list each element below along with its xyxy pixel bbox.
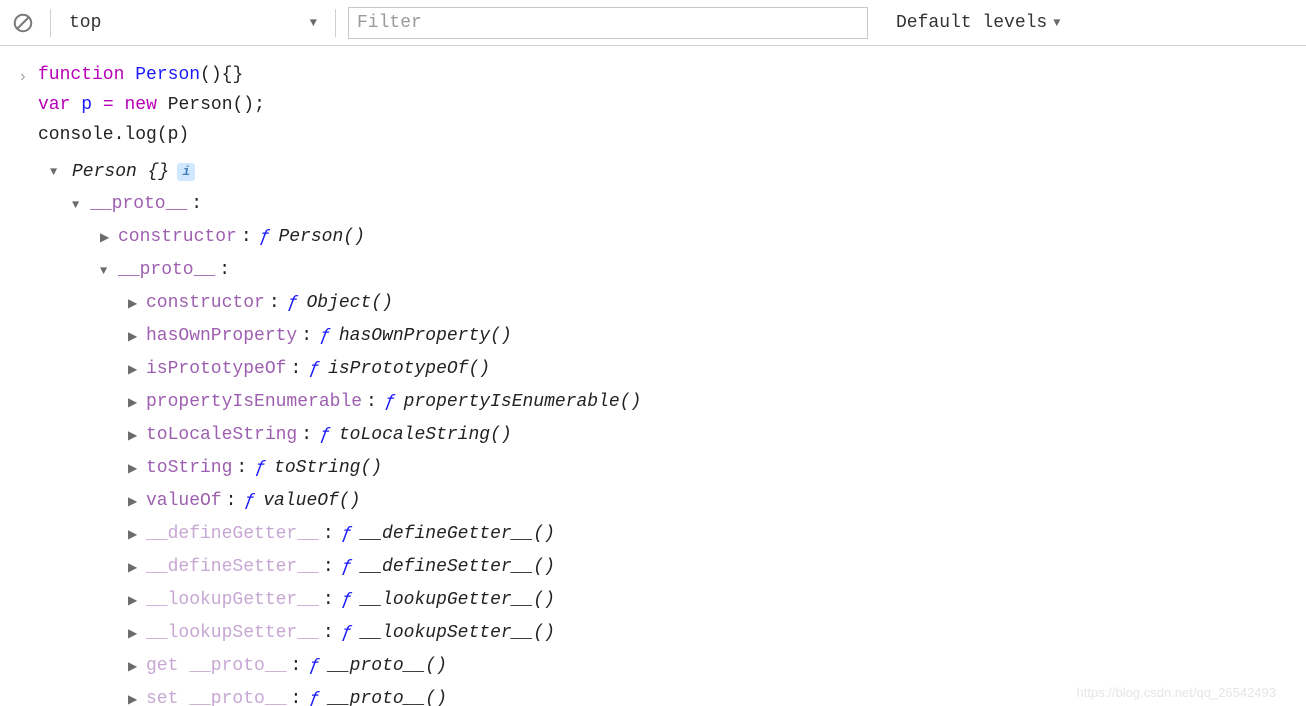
disclosure-right-icon[interactable]: ▶ — [128, 387, 142, 419]
property-row[interactable]: ▶ propertyIsEnumerable: ƒ propertyIsEnum… — [128, 386, 1306, 419]
property-key: __lookupSetter__ — [146, 617, 319, 649]
log-levels-selector[interactable]: Default levels ▼ — [896, 13, 1060, 33]
function-symbol: ƒ — [320, 320, 331, 352]
disclosure-right-icon[interactable]: ▶ — [128, 651, 142, 683]
property-key: set __proto__ — [146, 683, 286, 706]
object-root[interactable]: ▼ Person {} i — [50, 156, 1306, 188]
disclosure-right-icon[interactable]: ▶ — [128, 519, 142, 551]
clear-console-button[interactable] — [8, 8, 38, 38]
function-symbol: ƒ — [244, 485, 255, 517]
property-row[interactable]: ▶ hasOwnProperty: ƒ hasOwnProperty() — [128, 320, 1306, 353]
input-prompt-icon: › — [18, 60, 38, 92]
function-symbol: ƒ — [342, 551, 353, 583]
property-value: __proto__() — [328, 683, 447, 706]
property-value: __proto__() — [328, 650, 447, 682]
function-symbol: ƒ — [309, 650, 320, 682]
disclosure-right-icon[interactable]: ▶ — [128, 288, 142, 320]
clear-icon — [12, 12, 34, 34]
filter-input[interactable] — [348, 7, 868, 39]
property-key: hasOwnProperty — [146, 320, 297, 352]
function-symbol: ƒ — [342, 617, 353, 649]
property-value: hasOwnProperty() — [339, 320, 512, 352]
property-row[interactable]: ▶ constructor: ƒ Object() — [128, 287, 1306, 320]
proto-node[interactable]: ▼ __proto__: — [100, 254, 1306, 287]
disclosure-right-icon[interactable]: ▶ — [128, 420, 142, 452]
disclosure-right-icon[interactable]: ▶ — [128, 552, 142, 584]
watermark: https://blog.csdn.net/qq_26542493 — [1077, 685, 1277, 700]
function-symbol: ƒ — [288, 287, 299, 319]
property-value: toLocaleString() — [339, 419, 512, 451]
property-value: propertyIsEnumerable() — [404, 386, 642, 418]
property-key: __defineGetter__ — [146, 518, 319, 550]
context-selector-label: top — [69, 13, 101, 33]
property-row[interactable]: ▶ __defineSetter__: ƒ __defineSetter__() — [128, 551, 1306, 584]
property-key: propertyIsEnumerable — [146, 386, 362, 418]
property-row[interactable]: ▶ constructor: ƒ Person() — [100, 221, 1306, 254]
info-icon[interactable]: i — [177, 163, 195, 181]
property-row[interactable]: ▶ __lookupSetter__: ƒ __lookupSetter__() — [128, 617, 1306, 650]
disclosure-right-icon[interactable]: ▶ — [128, 684, 142, 706]
object-header-label: Person {} — [72, 156, 169, 188]
property-value: toString() — [274, 452, 382, 484]
console-output: ▼ Person {} i ▼ __proto__: ▶ constructor… — [0, 156, 1306, 706]
property-value: Object() — [306, 287, 392, 319]
function-symbol: ƒ — [255, 452, 266, 484]
disclosure-right-icon[interactable]: ▶ — [100, 222, 114, 254]
property-row[interactable]: ▶ toLocaleString: ƒ toLocaleString() — [128, 419, 1306, 452]
disclosure-right-icon[interactable]: ▶ — [128, 585, 142, 617]
log-levels-label: Default levels — [896, 13, 1047, 33]
chevron-down-icon: ▼ — [310, 16, 317, 30]
property-value: isPrototypeOf() — [328, 353, 490, 385]
disclosure-down-icon[interactable]: ▼ — [50, 156, 64, 188]
property-key: toString — [146, 452, 232, 484]
property-value: __lookupSetter__() — [360, 617, 554, 649]
property-key: __proto__ — [90, 188, 187, 220]
disclosure-right-icon[interactable]: ▶ — [128, 354, 142, 386]
disclosure-right-icon[interactable]: ▶ — [128, 453, 142, 485]
console-input-entry: › function Person(){} var p = new Person… — [0, 54, 1306, 706]
property-value: __defineSetter__() — [360, 551, 554, 583]
function-symbol: ƒ — [385, 386, 396, 418]
property-row[interactable]: ▶ isPrototypeOf: ƒ isPrototypeOf() — [128, 353, 1306, 386]
property-key: __defineSetter__ — [146, 551, 319, 583]
disclosure-down-icon[interactable]: ▼ — [72, 189, 86, 221]
property-key: __lookupGetter__ — [146, 584, 319, 616]
property-key: isPrototypeOf — [146, 353, 286, 385]
function-symbol: ƒ — [260, 221, 271, 253]
input-code: function Person(){} var p = new Person()… — [38, 60, 265, 150]
disclosure-right-icon[interactable]: ▶ — [128, 321, 142, 353]
property-row[interactable]: ▶ __lookupGetter__: ƒ __lookupGetter__() — [128, 584, 1306, 617]
toolbar-divider — [335, 9, 336, 37]
property-key: constructor — [146, 287, 265, 319]
function-symbol: ƒ — [320, 419, 331, 451]
property-value: valueOf() — [263, 485, 360, 517]
disclosure-down-icon[interactable]: ▼ — [100, 255, 114, 287]
property-key: __proto__ — [118, 254, 215, 286]
console-toolbar: top ▼ Default levels ▼ — [0, 0, 1306, 46]
property-value: __lookupGetter__() — [360, 584, 554, 616]
console-body: › function Person(){} var p = new Person… — [0, 46, 1306, 706]
function-symbol: ƒ — [309, 353, 320, 385]
toolbar-divider — [50, 9, 51, 37]
property-key: toLocaleString — [146, 419, 297, 451]
context-selector[interactable]: top ▼ — [63, 7, 323, 39]
proto-node[interactable]: ▼ __proto__: — [72, 188, 1306, 221]
chevron-down-icon: ▼ — [1053, 16, 1060, 30]
property-row[interactable]: ▶ __defineGetter__: ƒ __defineGetter__() — [128, 518, 1306, 551]
disclosure-right-icon[interactable]: ▶ — [128, 618, 142, 650]
property-value: __defineGetter__() — [360, 518, 554, 550]
property-value: Person() — [278, 221, 364, 253]
property-key: get __proto__ — [146, 650, 286, 682]
property-row[interactable]: ▶ valueOf: ƒ valueOf() — [128, 485, 1306, 518]
property-key: constructor — [118, 221, 237, 253]
function-symbol: ƒ — [342, 518, 353, 550]
property-row[interactable]: ▶ toString: ƒ toString() — [128, 452, 1306, 485]
disclosure-right-icon[interactable]: ▶ — [128, 486, 142, 518]
property-key: valueOf — [146, 485, 222, 517]
function-symbol: ƒ — [309, 683, 320, 706]
property-row[interactable]: ▶ get __proto__: ƒ __proto__() — [128, 650, 1306, 683]
function-symbol: ƒ — [342, 584, 353, 616]
